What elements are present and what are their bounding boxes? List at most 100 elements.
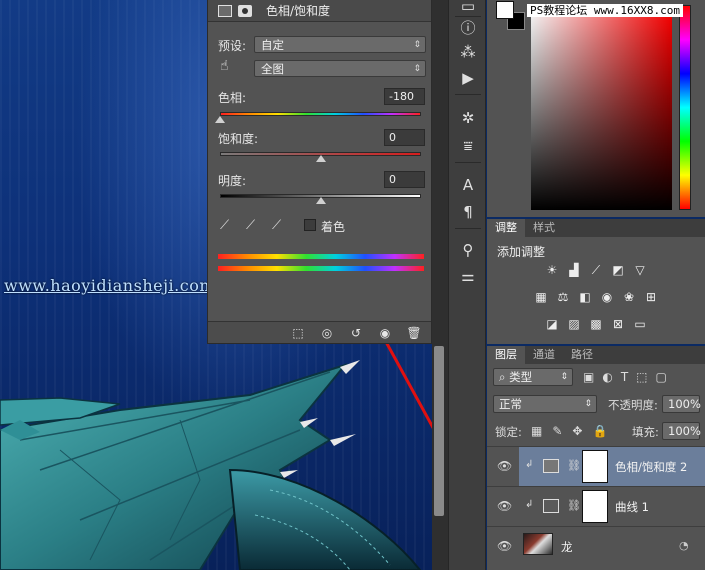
- photo-filter-icon[interactable]: ◉: [599, 290, 616, 305]
- layer-row[interactable]: 👁 ↲ ⛓ 色相/饱和度 2: [487, 446, 705, 486]
- properties-footer: ⬚ ◎ ↺ ◉ 🗑: [208, 321, 431, 343]
- hue-saturation-thumb-icon: [543, 459, 559, 473]
- link-chain-icon[interactable]: ⛓: [567, 459, 581, 472]
- preset-dropdown[interactable]: 自定 ⇕: [254, 36, 426, 53]
- exposure-icon[interactable]: ◩: [610, 263, 627, 278]
- eyedropper-icon[interactable]: ⟋: [220, 218, 229, 233]
- tool-presets-icon[interactable]: ⚲: [457, 240, 479, 260]
- hue-input[interactable]: -180: [384, 88, 425, 105]
- paragraph-icon[interactable]: ¶: [457, 202, 479, 222]
- adjustments-panel: 调整 样式 添加调整 ☀ ▟ ⟋ ◩ ▽ ▦ ⚖ ◧ ◉ ❀ ⊞ ◪ ▨ ▩ ⊠…: [487, 219, 705, 344]
- brush-settings-icon[interactable]: ✲: [457, 108, 479, 128]
- clip-to-layer-icon[interactable]: ⬚: [289, 326, 307, 340]
- lightness-input[interactable]: 0: [384, 171, 425, 188]
- fill-input[interactable]: 100%: [662, 422, 701, 440]
- lock-transparent-icon[interactable]: ▦: [531, 424, 542, 438]
- panel-menu-icon[interactable]: ▭: [457, 0, 479, 16]
- visibility-eye-icon[interactable]: 👁: [497, 499, 512, 513]
- character-style-icon[interactable]: ⁂: [457, 42, 479, 62]
- filter-adjustment-icon[interactable]: ◐: [602, 370, 612, 384]
- properties-toggle-icon[interactable]: ⚌: [457, 266, 479, 286]
- channel-dropdown[interactable]: 全图 ⇕: [254, 60, 426, 77]
- invert-icon[interactable]: ◪: [544, 317, 561, 332]
- tab-channels[interactable]: 通道: [525, 346, 563, 364]
- brush-presets-icon[interactable]: ⩸: [457, 136, 479, 156]
- filter-type-icon[interactable]: T: [621, 370, 628, 384]
- hue-slider-thumb[interactable]: [215, 116, 225, 123]
- lock-position-icon[interactable]: ✥: [572, 424, 582, 438]
- link-chain-icon[interactable]: ⛓: [567, 499, 581, 512]
- clipping-arrow-icon: ↲: [525, 459, 534, 470]
- play-action-icon[interactable]: ▶: [457, 68, 479, 88]
- adjustments-tabbar: 调整 样式: [487, 219, 705, 237]
- layer-row[interactable]: 👁 ↲ ⛓ 曲线 1: [487, 486, 705, 526]
- color-panel: PS教程论坛 www.16XX8.com: [487, 0, 705, 217]
- color-balance-icon[interactable]: ⚖: [555, 290, 572, 305]
- lightness-slider-thumb[interactable]: [315, 197, 326, 204]
- saturation-slider-thumb[interactable]: [315, 155, 326, 162]
- smart-object-icon: ◔: [679, 539, 689, 552]
- toggle-visibility-icon[interactable]: ◉: [376, 326, 394, 340]
- delete-icon[interactable]: 🗑: [405, 326, 423, 340]
- filter-shape-icon[interactable]: ⬚: [636, 370, 647, 384]
- levels-icon[interactable]: ▟: [566, 263, 583, 278]
- color-lookup-icon[interactable]: ⊞: [643, 290, 660, 305]
- opacity-input[interactable]: 100%: [662, 395, 701, 413]
- layer-mask-icon[interactable]: [238, 4, 252, 17]
- tab-layers[interactable]: 图层: [487, 346, 525, 364]
- view-previous-state-icon[interactable]: ◎: [318, 326, 336, 340]
- eyedropper-plus-icon[interactable]: ⟋: [246, 218, 255, 233]
- visibility-eye-icon[interactable]: 👁: [497, 539, 512, 553]
- preset-label: 预设:: [218, 39, 247, 53]
- layer-image-thumbnail[interactable]: [523, 533, 553, 555]
- color-field[interactable]: [531, 5, 672, 210]
- adjustment-icons-row-2: ▦ ⚖ ◧ ◉ ❀ ⊞: [487, 290, 705, 305]
- gradient-map-icon[interactable]: ▭: [632, 317, 649, 332]
- hue-strip[interactable]: [679, 5, 691, 210]
- targeted-adjustment-hand-icon[interactable]: ☝: [220, 58, 229, 74]
- colorize-checkbox[interactable]: [304, 219, 316, 231]
- vibrance-icon[interactable]: ▽: [632, 263, 649, 278]
- layer-name[interactable]: 色相/饱和度 2: [615, 459, 687, 475]
- foreground-color-swatch[interactable]: [496, 1, 514, 19]
- panel-gap: [432, 0, 448, 570]
- eyedropper-minus-icon[interactable]: ⟋: [272, 218, 281, 233]
- channel-mixer-icon[interactable]: ❀: [621, 290, 638, 305]
- blend-mode-dropdown[interactable]: 正常 ⇕: [493, 395, 597, 413]
- reset-icon[interactable]: ↺: [347, 326, 365, 340]
- filter-smart-object-icon[interactable]: ▢: [656, 370, 667, 384]
- opacity-label: 不透明度:: [608, 398, 658, 412]
- saturation-input[interactable]: 0: [384, 129, 425, 146]
- tab-paths[interactable]: 路径: [563, 346, 601, 364]
- layer-row[interactable]: 👁 龙 ◔: [487, 526, 705, 566]
- lock-image-icon[interactable]: ✎: [552, 424, 562, 438]
- layer-name[interactable]: 曲线 1: [615, 499, 649, 515]
- layer-name[interactable]: 龙: [561, 539, 573, 555]
- layer-filter-dropdown[interactable]: ⌕ 类型 ⇕: [493, 368, 573, 386]
- posterize-icon[interactable]: ▨: [566, 317, 583, 332]
- hue-saturation-icon[interactable]: ▦: [533, 290, 550, 305]
- dropdown-arrow-icon: ⇕: [560, 372, 568, 382]
- canvas-scrollbar[interactable]: [434, 346, 444, 516]
- threshold-icon[interactable]: ▩: [588, 317, 605, 332]
- properties-title: 色相/饱和度: [266, 4, 331, 18]
- tab-styles[interactable]: 样式: [525, 219, 563, 237]
- input-color-spectrum: [218, 254, 424, 259]
- visibility-eye-icon[interactable]: 👁: [497, 459, 512, 473]
- layer-mask-thumbnail[interactable]: [582, 450, 608, 483]
- info-icon[interactable]: ⓘ: [457, 18, 479, 38]
- character-icon[interactable]: A: [457, 175, 479, 195]
- watermark-text: www.haoyidiansheji.com: [4, 276, 216, 295]
- layer-filter-value: 类型: [509, 370, 533, 384]
- curves-icon[interactable]: ⟋: [588, 263, 605, 278]
- black-white-icon[interactable]: ◧: [577, 290, 594, 305]
- hue-slider[interactable]: [220, 112, 421, 116]
- adjustment-layer-icon[interactable]: [218, 4, 232, 17]
- tab-adjustments[interactable]: 调整: [487, 219, 525, 237]
- brightness-contrast-icon[interactable]: ☀: [544, 263, 561, 278]
- layer-mask-thumbnail[interactable]: [582, 490, 608, 523]
- lock-icons: ▦ ✎ ✥ 🔒: [531, 424, 607, 438]
- selective-color-icon[interactable]: ⊠: [610, 317, 627, 332]
- lock-all-icon[interactable]: 🔒: [592, 424, 607, 438]
- filter-pixel-icon[interactable]: ▣: [583, 370, 594, 384]
